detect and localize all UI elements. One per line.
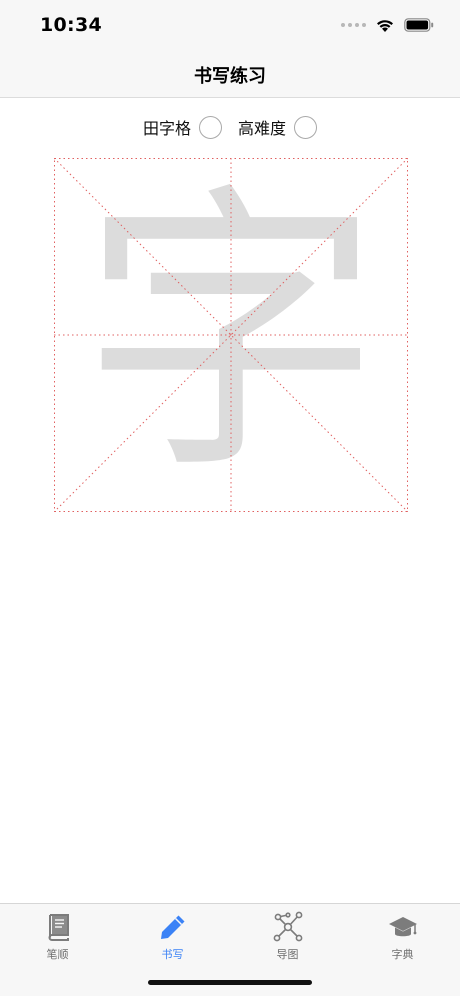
option-hard-mode-radio[interactable]: [294, 115, 318, 139]
option-hard-mode-label: 高难度: [238, 119, 287, 138]
signal-dots-icon: [341, 23, 366, 27]
tab-writing-label: 书写: [161, 948, 184, 961]
page-title: 书写练习: [194, 66, 266, 87]
status-time: 10:34: [40, 14, 102, 36]
option-tianzige[interactable]: 田字格: [143, 115, 222, 139]
option-hard-mode[interactable]: 高难度: [238, 115, 318, 139]
status-icons: [341, 14, 434, 36]
writing-canvas[interactable]: 字: [54, 158, 408, 512]
tab-dictionary[interactable]: 字典: [345, 910, 460, 962]
option-tianzige-label: 田字格: [142, 119, 191, 138]
graduation-cap-icon: [386, 910, 420, 944]
tab-dictionary-label: 字典: [391, 948, 414, 961]
tab-writing[interactable]: 书写: [115, 910, 230, 962]
tab-stroke-order-label: 笔顺: [46, 948, 69, 961]
top-bar: 10:34 书写练习: [0, 0, 460, 98]
mi-grid-lines: [54, 158, 408, 512]
options-row: 田字格 高难度: [0, 114, 460, 140]
pencil-icon: [156, 910, 190, 944]
battery-icon: [404, 18, 434, 32]
tab-mindmap-label: 导图: [276, 948, 299, 961]
wifi-icon: [377, 19, 393, 32]
option-tianzige-radio[interactable]: [199, 115, 222, 139]
mindmap-icon: [271, 910, 305, 944]
tab-stroke-order[interactable]: 笔顺: [0, 910, 115, 962]
book-icon: [41, 910, 75, 944]
home-indicator: [148, 980, 312, 985]
tab-mindmap[interactable]: 导图: [230, 910, 345, 962]
